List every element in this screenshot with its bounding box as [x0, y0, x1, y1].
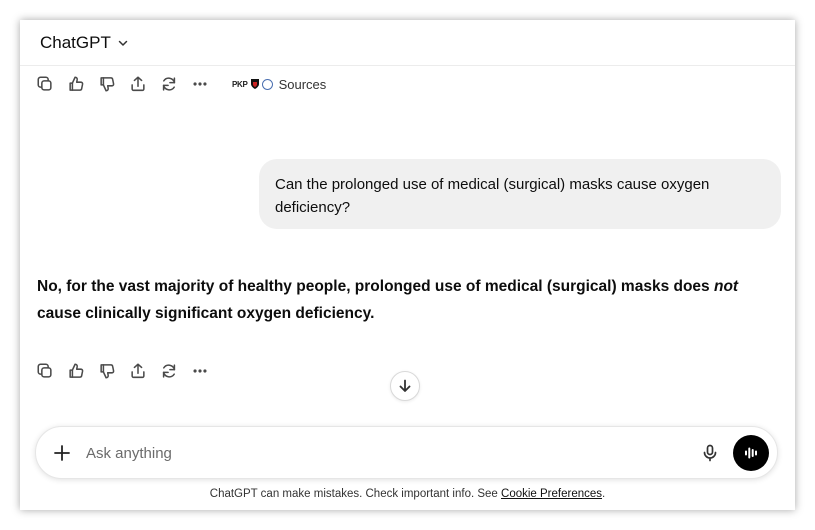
disclaimer-end: .	[602, 488, 606, 500]
regenerate-icon	[162, 77, 176, 91]
plus-icon	[54, 445, 70, 461]
answer-text: No, for the vast majority of healthy peo…	[37, 278, 714, 295]
share-button[interactable]	[127, 360, 149, 382]
source-logo-pkp: PKP	[232, 79, 248, 89]
header: ChatGPT	[20, 20, 795, 66]
more-button[interactable]	[189, 360, 211, 382]
copy-icon	[37, 76, 52, 91]
regenerate-icon	[162, 364, 176, 378]
shield-icon	[250, 79, 259, 89]
more-button[interactable]	[189, 73, 211, 95]
voice-mode-button[interactable]	[733, 435, 769, 471]
message-actions-bottom	[34, 360, 211, 382]
thumbs-up-icon	[69, 363, 84, 378]
voice-mode-icon	[745, 447, 757, 459]
share-icon	[131, 76, 145, 92]
regenerate-button[interactable]	[158, 360, 180, 382]
regenerate-button[interactable]	[158, 73, 180, 95]
copy-button[interactable]	[34, 360, 56, 382]
dictate-button[interactable]	[698, 441, 722, 465]
thumbs-up-icon	[69, 76, 84, 91]
answer-text-end: cause clinically significant oxygen defi…	[37, 305, 375, 322]
chevron-down-icon	[118, 40, 128, 46]
composer	[35, 426, 778, 479]
disclaimer: ChatGPT can make mistakes. Check importa…	[20, 488, 795, 500]
assistant-message: No, for the vast majority of healthy peo…	[37, 273, 782, 327]
user-message: Can the prolonged use of medical (surgic…	[259, 159, 781, 229]
model-picker[interactable]: ChatGPT	[40, 33, 129, 53]
thumbs-down-button[interactable]	[96, 73, 118, 95]
sources-label: Sources	[278, 76, 327, 92]
scroll-to-bottom-button[interactable]	[390, 371, 420, 401]
arrow-down-icon	[399, 379, 411, 392]
thumbs-down-icon	[100, 77, 115, 92]
message-actions-top: PKP Sources	[34, 73, 326, 95]
add-attachment-button[interactable]	[50, 441, 74, 465]
disclaimer-text: ChatGPT can make mistakes. Check importa…	[209, 488, 502, 500]
share-button[interactable]	[127, 73, 149, 95]
cookie-preferences-link[interactable]: Cookie Preferences	[501, 488, 602, 500]
microphone-icon	[703, 444, 717, 462]
model-name: ChatGPT	[40, 32, 111, 52]
globe-icon	[261, 78, 273, 90]
thumbs-up-button[interactable]	[65, 73, 87, 95]
thumbs-down-button[interactable]	[96, 360, 118, 382]
copy-button[interactable]	[34, 73, 56, 95]
thumbs-down-icon	[100, 364, 115, 379]
more-icon	[193, 82, 207, 86]
source-logos: PKP	[232, 78, 273, 90]
share-icon	[131, 363, 145, 379]
copy-icon	[37, 363, 52, 378]
sources-button[interactable]: PKP Sources	[232, 77, 326, 92]
answer-emphasis: not	[713, 278, 739, 295]
thumbs-up-button[interactable]	[65, 360, 87, 382]
chat-window: ChatGPT PKP Sources Can the prolonged us…	[20, 20, 795, 510]
more-icon	[193, 369, 207, 373]
prompt-input[interactable]	[86, 441, 646, 465]
